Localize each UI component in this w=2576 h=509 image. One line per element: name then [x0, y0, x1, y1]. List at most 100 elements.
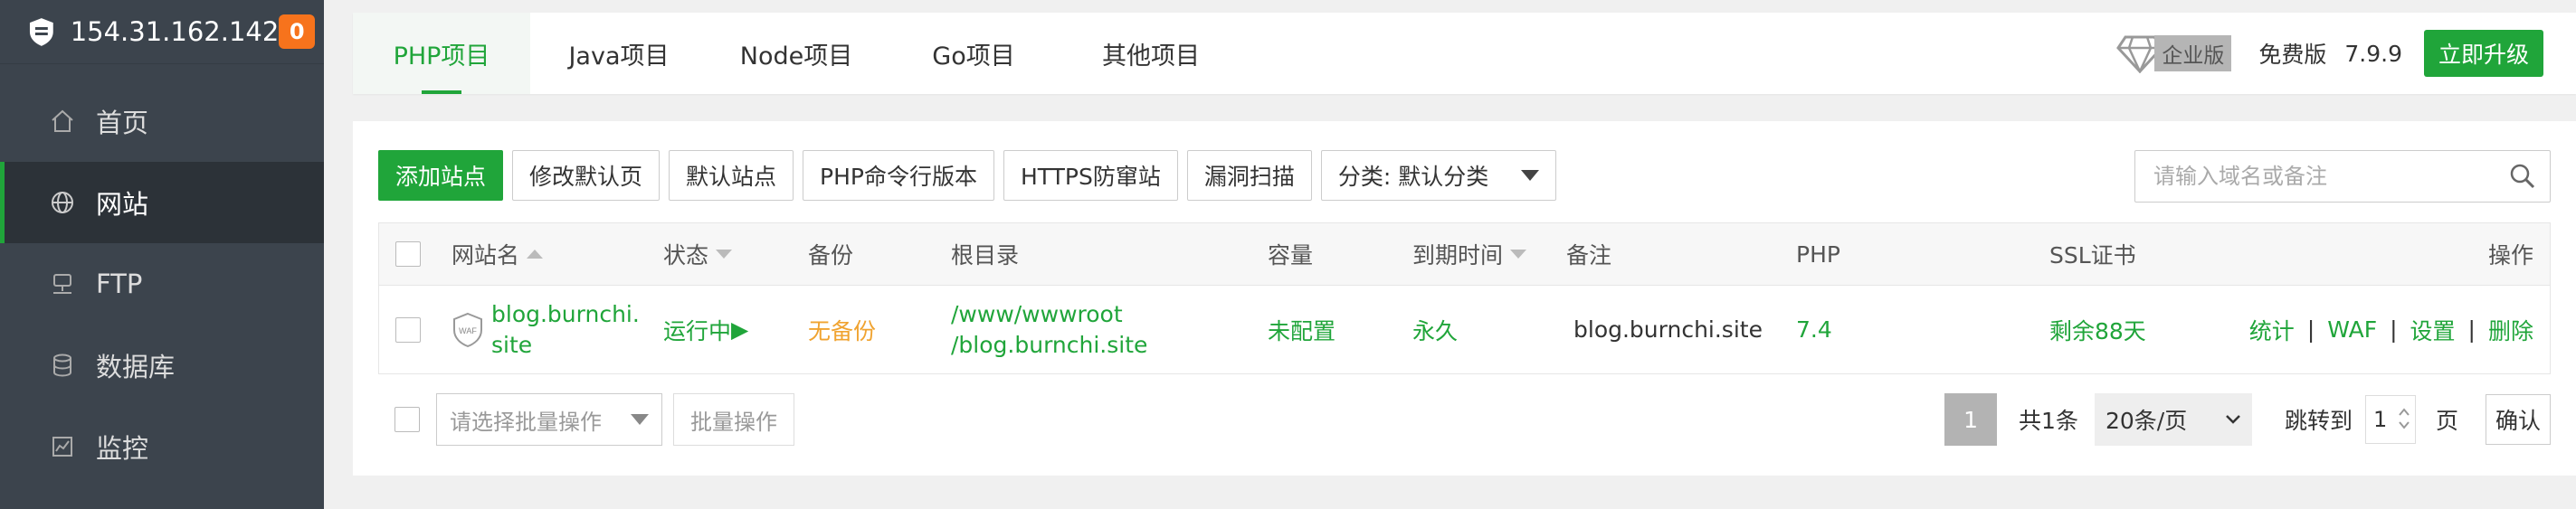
upgrade-button[interactable]: 立即升级 — [2423, 30, 2543, 77]
jump-page-value: 1 — [2372, 407, 2388, 432]
globe-icon — [47, 187, 78, 218]
server-header[interactable]: 154.31.162.142 0 — [0, 0, 324, 64]
header-root: 根目录 — [951, 242, 1020, 269]
header-php: PHP — [1796, 240, 1840, 268]
home-icon — [47, 106, 78, 137]
site-list-panel: 添加站点 修改默认页 默认站点 PHP命令行版本 HTTPS防窜站 漏洞扫描 分… — [353, 121, 2576, 476]
project-tabs: PHP项目 Java项目 Node项目 Go项目 其他项目 企业版 免费版 7.… — [353, 13, 2576, 94]
enterprise-label: 企业版 — [2154, 35, 2232, 71]
header-capacity: 容量 — [1268, 242, 1314, 269]
delete-link[interactable]: 删除 — [2488, 314, 2533, 346]
version-area: 企业版 免费版 7.9.9 立即升级 — [2116, 30, 2576, 77]
capacity-link[interactable]: 未配置 — [1268, 286, 1336, 373]
site-table: 网站名 状态 备份 根目录 容量 到期时间 备注 PHP SSL证书 操作 WA… — [378, 222, 2551, 374]
header-expire[interactable]: 到期时间 — [1412, 223, 1527, 285]
tab-go[interactable]: Go项目 — [885, 13, 1062, 94]
batch-action-select[interactable]: 请选择批量操作 — [436, 393, 662, 446]
default-site-button[interactable]: 默认站点 — [669, 150, 794, 201]
pagination: 1 共1条 20条/页 跳转到 1 页 确认 — [1944, 393, 2551, 446]
chevron-down-icon — [631, 414, 649, 425]
page-size-select[interactable]: 20条/页 — [2094, 393, 2252, 446]
batch-action-button[interactable]: 批量操作 — [673, 393, 794, 446]
root-line2: /blog.burnchi.site — [951, 331, 1148, 358]
php-cli-version-button[interactable]: PHP命令行版本 — [803, 150, 994, 201]
page-unit: 页 — [2435, 408, 2458, 434]
ftp-icon — [47, 269, 78, 299]
stats-link[interactable]: 统计 — [2249, 314, 2295, 346]
confirm-jump-button[interactable]: 确认 — [2485, 394, 2551, 445]
batch-select-checkbox[interactable] — [394, 407, 420, 432]
site-name-link[interactable]: blog.burnchi. site — [491, 286, 640, 373]
server-ip: 154.31.162.142 — [70, 16, 280, 47]
settings-link[interactable]: 设置 — [2410, 314, 2456, 346]
site-name-line1: blog.burnchi. — [491, 300, 640, 327]
table-row: WAF blog.burnchi. site 运行中 ▶ 无备份 /www/ww… — [378, 286, 2551, 374]
tab-other[interactable]: 其他项目 — [1062, 13, 1240, 94]
tab-java[interactable]: Java项目 — [530, 13, 708, 94]
batch-select-placeholder: 请选择批量操作 — [450, 409, 602, 435]
category-select[interactable]: 分类: 默认分类 — [1320, 150, 1556, 201]
jump-label: 跳转到 — [2284, 408, 2353, 434]
page-size-value: 20条/页 — [2105, 408, 2188, 434]
sidebar-item-label: 网站 — [96, 189, 149, 220]
jump-page-input[interactable]: 1 — [2364, 395, 2416, 444]
sidebar-item-home[interactable]: 首页 — [0, 80, 324, 162]
sort-asc-icon — [527, 250, 544, 259]
separator: | — [2306, 316, 2315, 343]
row-actions: 统计 | WAF | 设置 | 删除 — [2249, 286, 2533, 373]
waf-link[interactable]: WAF — [2327, 316, 2377, 343]
backup-link[interactable]: 无备份 — [808, 286, 876, 373]
status-toggle[interactable]: 运行中 ▶ — [663, 286, 748, 373]
site-name-line2: site — [491, 331, 533, 358]
add-site-button[interactable]: 添加站点 — [378, 150, 504, 201]
sidebar-item-label: 首页 — [96, 108, 149, 138]
header-status[interactable]: 状态 — [663, 223, 733, 285]
sidebar-item-label: FTP — [96, 269, 143, 299]
monitor-icon — [47, 431, 78, 462]
category-select-value: 分类: 默认分类 — [1337, 164, 1489, 190]
waf-shield-icon: WAF — [453, 312, 482, 347]
root-dir-link[interactable]: /www/wwwroot /blog.burnchi.site — [951, 286, 1147, 373]
header-expire-label: 到期时间 — [1412, 242, 1504, 269]
database-icon — [47, 350, 78, 381]
toolbar: 添加站点 修改默认页 默认站点 PHP命令行版本 HTTPS防窜站 漏洞扫描 分… — [378, 150, 1565, 201]
notification-badge[interactable]: 0 — [279, 14, 315, 49]
header-backup: 备份 — [808, 242, 854, 269]
table-footer: 请选择批量操作 批量操作 1 共1条 20条/页 跳转到 1 页 确认 — [378, 392, 2551, 447]
php-version-link[interactable]: 7.4 — [1796, 286, 1832, 373]
row-checkbox[interactable] — [395, 316, 421, 343]
stepper-icon[interactable] — [2397, 405, 2411, 432]
ssl-status-link[interactable]: 剩余88天 — [2049, 286, 2146, 373]
waf-shield[interactable]: WAF — [452, 286, 484, 373]
header-name[interactable]: 网站名 — [452, 223, 544, 285]
status-label: 运行中 — [663, 317, 732, 344]
version-number: 7.9.9 — [2344, 40, 2402, 67]
tab-php[interactable]: PHP项目 — [353, 13, 530, 94]
root-line1: /www/wwwroot — [951, 300, 1123, 327]
modify-default-page-button[interactable]: 修改默认页 — [512, 150, 661, 201]
total-count: 共1条 — [2019, 408, 2078, 434]
sidebar-item-label: 数据库 — [96, 352, 176, 382]
vuln-scan-button[interactable]: 漏洞扫描 — [1186, 150, 1312, 201]
separator: | — [2467, 316, 2476, 343]
search-box[interactable] — [2134, 150, 2551, 203]
chevron-down-icon — [1520, 170, 1539, 181]
shield-logo-icon — [29, 18, 53, 46]
sidebar-item-ftp[interactable]: FTP — [0, 243, 324, 325]
search-input[interactable] — [2152, 163, 2499, 190]
sidebar: 154.31.162.142 0 首页 网站 FTP 数据库 监控 — [0, 0, 324, 509]
sidebar-item-website[interactable]: 网站 — [0, 162, 324, 243]
enterprise-badge[interactable]: 企业版 — [2116, 33, 2232, 73]
sidebar-item-monitor[interactable]: 监控 — [0, 406, 324, 487]
expire-link[interactable]: 永久 — [1412, 286, 1458, 373]
tab-node[interactable]: Node项目 — [708, 13, 885, 94]
select-all-checkbox[interactable] — [395, 241, 421, 267]
play-icon: ▶ — [731, 316, 749, 343]
separator: | — [2390, 316, 2398, 343]
https-firewall-button[interactable]: HTTPS防窜站 — [1003, 150, 1178, 201]
page-current[interactable]: 1 — [1944, 393, 1998, 446]
search-icon[interactable] — [2508, 162, 2537, 191]
sidebar-item-database[interactable]: 数据库 — [0, 325, 324, 406]
remark-field[interactable]: blog.burnchi.site — [1573, 286, 1763, 373]
chevron-down-icon — [2226, 415, 2240, 424]
